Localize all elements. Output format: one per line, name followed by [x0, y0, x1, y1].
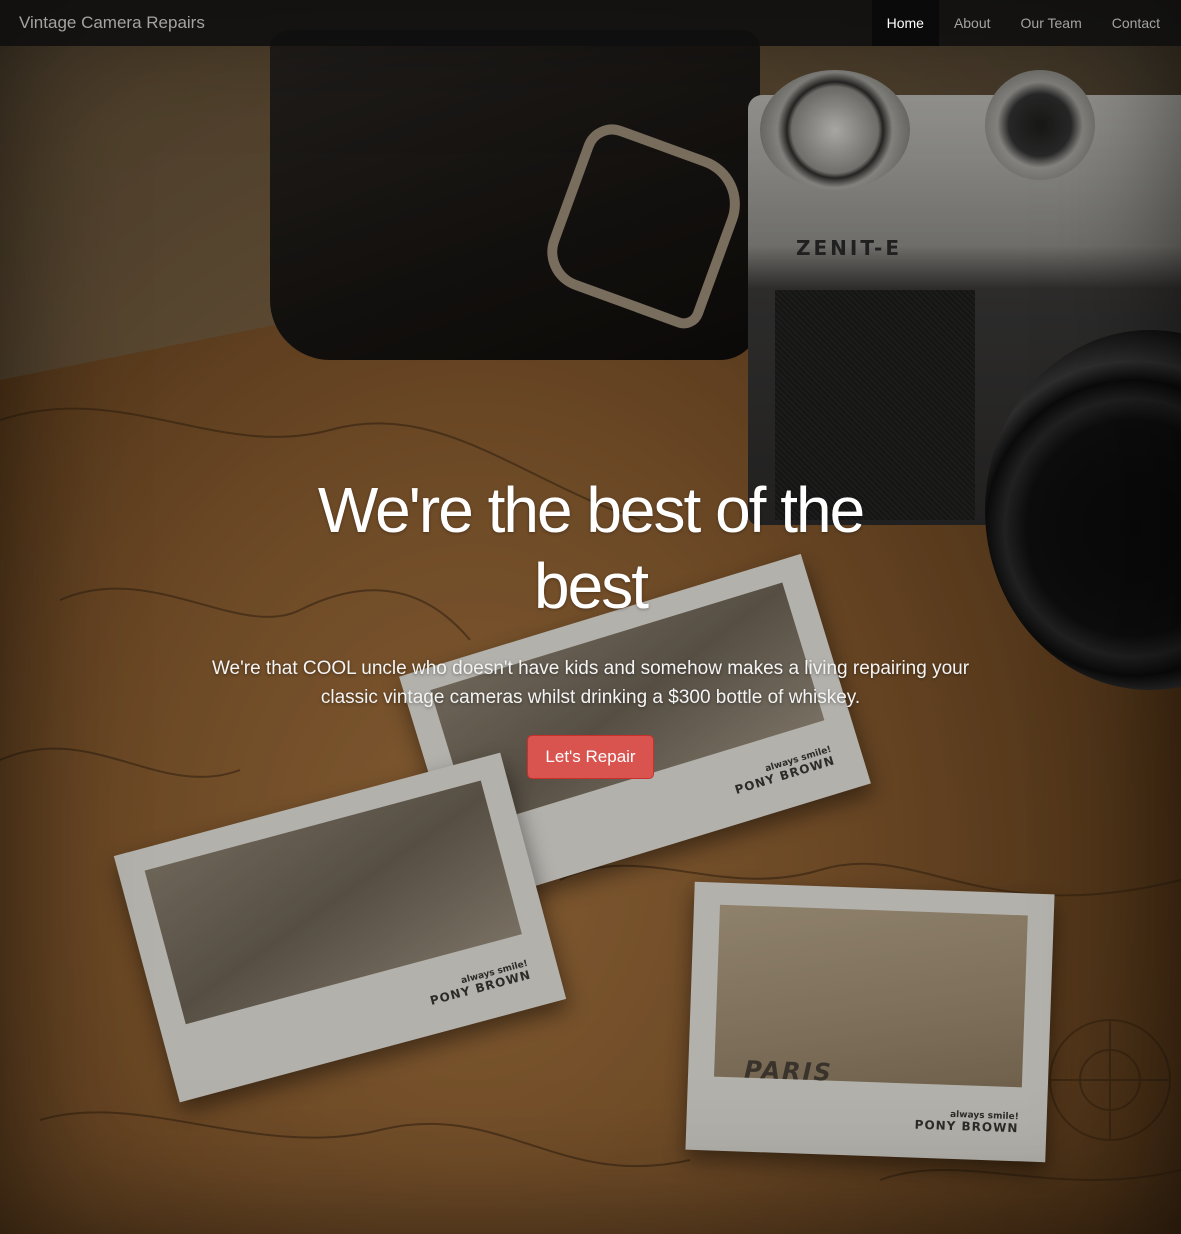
- nav-item-our-team: Our Team: [1006, 0, 1097, 46]
- nav-links: Home About Our Team Contact: [871, 0, 1181, 46]
- nav-link-contact[interactable]: Contact: [1097, 0, 1175, 46]
- hero-content: We're the best of the best We're that CO…: [0, 472, 1181, 779]
- nav-item-home: Home: [871, 0, 939, 46]
- nav-link-home[interactable]: Home: [871, 0, 939, 46]
- brand-link[interactable]: Vintage Camera Repairs: [0, 0, 205, 46]
- navbar: Vintage Camera Repairs Home About Our Te…: [0, 0, 1181, 46]
- hero-title: We're the best of the best: [317, 474, 865, 622]
- lets-repair-button[interactable]: Let's Repair: [527, 735, 654, 779]
- hero-subtitle: We're that COOL uncle who doesn't have k…: [211, 658, 970, 708]
- nav-link-about[interactable]: About: [939, 0, 1006, 46]
- nav-link-our-team[interactable]: Our Team: [1006, 0, 1097, 46]
- nav-item-about: About: [939, 0, 1006, 46]
- nav-item-contact: Contact: [1097, 0, 1175, 46]
